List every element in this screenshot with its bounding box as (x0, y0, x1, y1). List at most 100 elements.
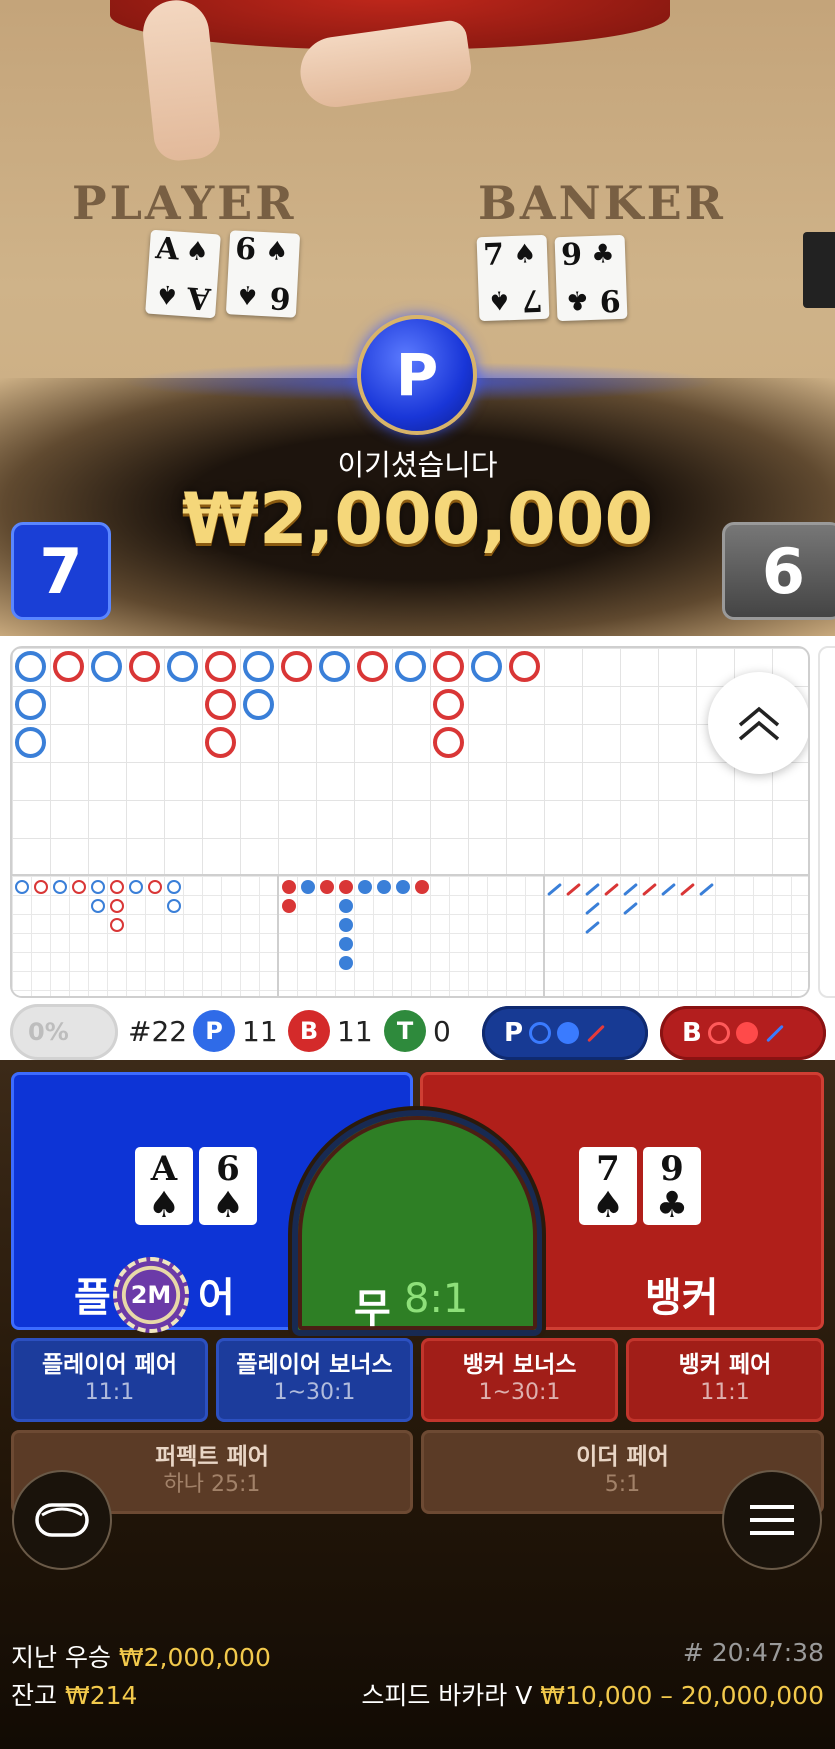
smallroad-mark (339, 956, 353, 970)
chip-tray-button[interactable] (12, 1470, 112, 1570)
bigroad-mark (15, 651, 46, 682)
bigroad-mark (205, 689, 236, 720)
tie-count: 0 (433, 1015, 451, 1048)
chevrons-up-icon (738, 706, 780, 741)
bigeye-mark (53, 880, 67, 894)
side-bet-label: 플레이어 페어 (42, 1352, 177, 1378)
roadmap-panel: 0% #22 P 11 B 11 T 0 P B (0, 636, 835, 1060)
bigroad-mark (243, 689, 274, 720)
banker-label: 뱅커 (645, 1275, 719, 1321)
bigeye-mark (110, 918, 124, 932)
player-label-part: 어 (198, 1275, 235, 1321)
bigeye-mark (148, 880, 162, 894)
tie-odds: 8:1 (404, 1276, 469, 1322)
bigroad-mark (281, 651, 312, 682)
last-win-label: 지난 우승 (11, 1643, 111, 1672)
player-count-badge: P (193, 1010, 235, 1052)
player-bonus-bet[interactable]: 플레이어 보너스 1~30:1 (216, 1338, 413, 1422)
player-card-1: A ♠ (135, 1147, 193, 1225)
smallroad-mark (339, 880, 353, 894)
round-number: #22 (128, 1015, 188, 1048)
bigeye-mark (110, 899, 124, 913)
percent-toggle[interactable]: 0% (10, 1004, 118, 1060)
bigroad-mark (433, 689, 464, 720)
smallroad-mark (358, 880, 372, 894)
bigeye-mark (34, 880, 48, 894)
tie-count-badge: T (384, 1010, 426, 1052)
banker-count-badge: B (288, 1010, 330, 1052)
bigroad-mark (433, 727, 464, 758)
side-bet-odds: 11:1 (700, 1380, 750, 1405)
predict-p-label: P (504, 1018, 524, 1048)
side-bet-label: 뱅커 보너스 (462, 1352, 577, 1378)
bigeye-mark (129, 880, 143, 894)
bigroad-mark (167, 651, 198, 682)
next-panel-edge[interactable] (818, 646, 835, 998)
smallroad-mark (282, 880, 296, 894)
bigroad-mark (205, 727, 236, 758)
predict-ring-icon (529, 1022, 552, 1044)
bigroad-mark (91, 651, 122, 682)
chip-stack-icon (35, 1503, 89, 1537)
bigroad-mark (357, 651, 388, 682)
bigroad-mark (471, 651, 502, 682)
smallroad-mark (282, 899, 296, 913)
betting-area: A ♠ 6 ♠ 플 어 7 ♠ 9 ♣ 뱅커 무 8:1 플레이어 페어 11:1 플레… (0, 1060, 835, 1749)
predict-b-label: B (682, 1018, 702, 1048)
banker-predict-button[interactable]: B (660, 1006, 826, 1060)
banker-card-1: 7 ♠ (579, 1147, 637, 1225)
side-bet-label: 퍼펙트 페어 (155, 1444, 269, 1470)
live-video: PLAYER BANKER A ♠ ♠ A 6 ♠ ♠ 6 7 ♠ ♠ 7 9 ♣ ♣ 9 P … (0, 0, 835, 636)
smallroad-mark (396, 880, 410, 894)
banker-score: 6 (722, 522, 835, 620)
bigeye-mark (167, 899, 181, 913)
player-predict-button[interactable]: P (482, 1006, 648, 1060)
balance: 잔고 ₩214 (11, 1676, 137, 1712)
bet-limits: ₩10,000 – 20,000,000 (540, 1681, 824, 1710)
banker-bonus-bet[interactable]: 뱅커 보너스 1~30:1 (421, 1338, 618, 1422)
predict-slash-icon (587, 1024, 605, 1042)
menu-button[interactable] (722, 1470, 822, 1570)
predict-dot-icon (735, 1022, 758, 1044)
balance-amount: ₩214 (64, 1681, 138, 1710)
player-count: 11 (242, 1015, 278, 1048)
predict-ring-icon (707, 1022, 730, 1044)
bigroad-mark (395, 651, 426, 682)
road-divider (543, 876, 545, 996)
bigeye-mark (72, 880, 86, 894)
banker-card-2: 9 ♣ (643, 1147, 701, 1225)
placed-chip: 2M (113, 1257, 189, 1333)
smallroad-mark (415, 880, 429, 894)
bigroad-mark (319, 651, 350, 682)
smallroad-mark (339, 937, 353, 951)
side-bet-odds: 11:1 (84, 1380, 135, 1405)
predict-dot-icon (557, 1022, 580, 1044)
roadmap-grid[interactable] (10, 646, 810, 998)
bigroad-mark (243, 651, 274, 682)
last-win: 지난 우승 ₩2,000,000 (11, 1638, 271, 1674)
bigeye-mark (91, 899, 105, 913)
bigroad-mark (129, 651, 160, 682)
card-shoe (803, 232, 835, 308)
banker-count: 11 (337, 1015, 373, 1048)
round-time: # 20:47:38 (682, 1638, 824, 1667)
bigroad-mark (15, 727, 46, 758)
expand-roads-button[interactable] (708, 672, 808, 774)
table-player-label: PLAYER (72, 176, 297, 230)
table-player-card-1: A ♠ ♠ A (145, 229, 221, 319)
table-banker-card-2: 9 ♣ ♣ 9 (554, 234, 628, 322)
smallroad-mark (339, 918, 353, 932)
smallroad-mark (339, 899, 353, 913)
game-info[interactable]: 스피드 바카라 V ₩10,000 – 20,000,000 (361, 1676, 824, 1712)
stats-bar: 0% #22 P 11 B 11 T 0 P B (0, 996, 835, 1060)
winner-player-badge: P (357, 315, 477, 435)
table-banker-card-1: 7 ♠ ♠ 7 (476, 234, 550, 322)
smallroad-mark (377, 880, 391, 894)
hamburger-menu-icon (750, 1505, 794, 1535)
bigroad-mark (15, 689, 46, 720)
table-player-card-2: 6 ♠ ♠ 6 (225, 230, 301, 318)
bigroad-mark (433, 651, 464, 682)
banker-pair-bet[interactable]: 뱅커 페어 11:1 (626, 1338, 824, 1422)
derived-roads (12, 876, 808, 996)
player-pair-bet[interactable]: 플레이어 페어 11:1 (11, 1338, 208, 1422)
